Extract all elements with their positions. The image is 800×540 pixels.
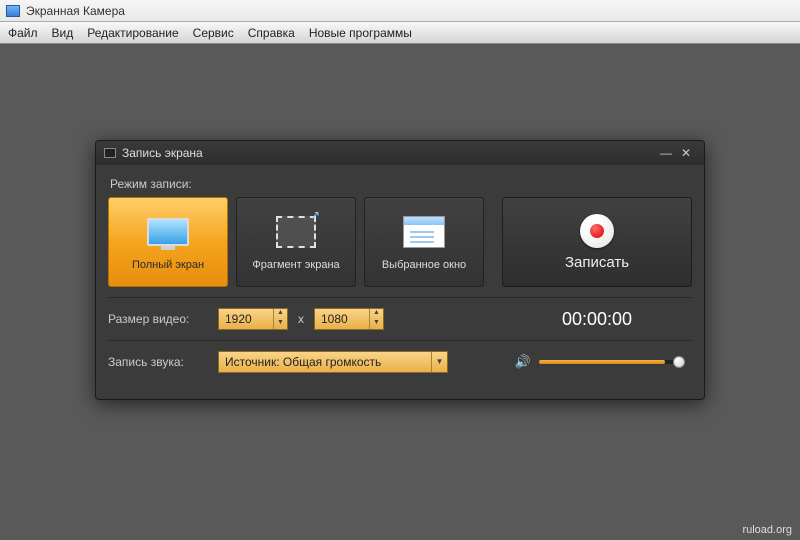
dialog-titlebar[interactable]: Запись экрана — ✕ bbox=[96, 141, 704, 165]
audio-source-value: Источник: Общая громкость bbox=[219, 355, 431, 369]
height-down-icon[interactable]: ▼ bbox=[370, 319, 383, 329]
timer-display: 00:00:00 bbox=[502, 309, 692, 330]
audio-source-dropdown[interactable]: Источник: Общая громкость ▼ bbox=[218, 351, 448, 373]
size-separator: x bbox=[298, 312, 304, 326]
menu-file[interactable]: Файл bbox=[8, 26, 38, 40]
record-dialog: Запись экрана — ✕ Режим записи: Полный э… bbox=[95, 140, 705, 400]
width-up-icon[interactable]: ▲ bbox=[274, 309, 287, 319]
speaker-icon: 🔊 bbox=[515, 354, 531, 370]
mode-full-label: Полный экран bbox=[132, 259, 204, 271]
chevron-down-icon[interactable]: ▼ bbox=[431, 352, 447, 372]
mode-window[interactable]: Выбранное окно bbox=[364, 197, 484, 287]
mode-label: Режим записи: bbox=[110, 177, 692, 191]
monitor-icon bbox=[147, 218, 189, 246]
mode-group: Полный экран Фрагмент экрана Выбранное о… bbox=[108, 197, 692, 287]
record-button[interactable]: Записать bbox=[502, 197, 692, 287]
menu-edit[interactable]: Редактирование bbox=[87, 26, 178, 40]
minimize-icon[interactable]: — bbox=[656, 146, 676, 160]
menubar: Файл Вид Редактирование Сервис Справка Н… bbox=[0, 22, 800, 44]
record-icon bbox=[580, 214, 614, 248]
watermark: ruload.org bbox=[742, 524, 792, 536]
menu-service[interactable]: Сервис bbox=[193, 26, 234, 40]
width-spinner[interactable]: ▲▼ bbox=[218, 308, 288, 330]
height-up-icon[interactable]: ▲ bbox=[370, 309, 383, 319]
video-size-row: Размер видео: ▲▼ x ▲▼ 00:00:00 bbox=[108, 297, 692, 340]
width-input[interactable] bbox=[219, 312, 273, 326]
app-title: Экранная Камера bbox=[26, 4, 125, 18]
mode-full-screen[interactable]: Полный экран bbox=[108, 197, 228, 287]
window-icon bbox=[403, 216, 445, 248]
selection-icon bbox=[276, 216, 316, 248]
audio-row: Запись звука: Источник: Общая громкость … bbox=[108, 340, 692, 383]
record-label: Записать bbox=[565, 254, 629, 271]
menu-view[interactable]: Вид bbox=[52, 26, 74, 40]
menu-help[interactable]: Справка bbox=[248, 26, 295, 40]
dialog-title: Запись экрана bbox=[122, 146, 203, 160]
audio-label: Запись звука: bbox=[108, 355, 208, 369]
volume-control: 🔊 bbox=[502, 354, 692, 370]
dialog-icon bbox=[104, 148, 116, 158]
width-down-icon[interactable]: ▼ bbox=[274, 319, 287, 329]
mode-fragment[interactable]: Фрагмент экрана bbox=[236, 197, 356, 287]
volume-track bbox=[539, 360, 665, 364]
height-spinner[interactable]: ▲▼ bbox=[314, 308, 384, 330]
menu-new-programs[interactable]: Новые программы bbox=[309, 26, 412, 40]
volume-slider[interactable] bbox=[539, 360, 679, 364]
app-icon bbox=[6, 5, 20, 17]
height-input[interactable] bbox=[315, 312, 369, 326]
volume-thumb[interactable] bbox=[673, 356, 685, 368]
mode-window-label: Выбранное окно bbox=[382, 259, 466, 271]
close-icon[interactable]: ✕ bbox=[676, 146, 696, 160]
size-label: Размер видео: bbox=[108, 312, 208, 326]
mode-fragment-label: Фрагмент экрана bbox=[252, 259, 339, 271]
app-titlebar: Экранная Камера bbox=[0, 0, 800, 22]
